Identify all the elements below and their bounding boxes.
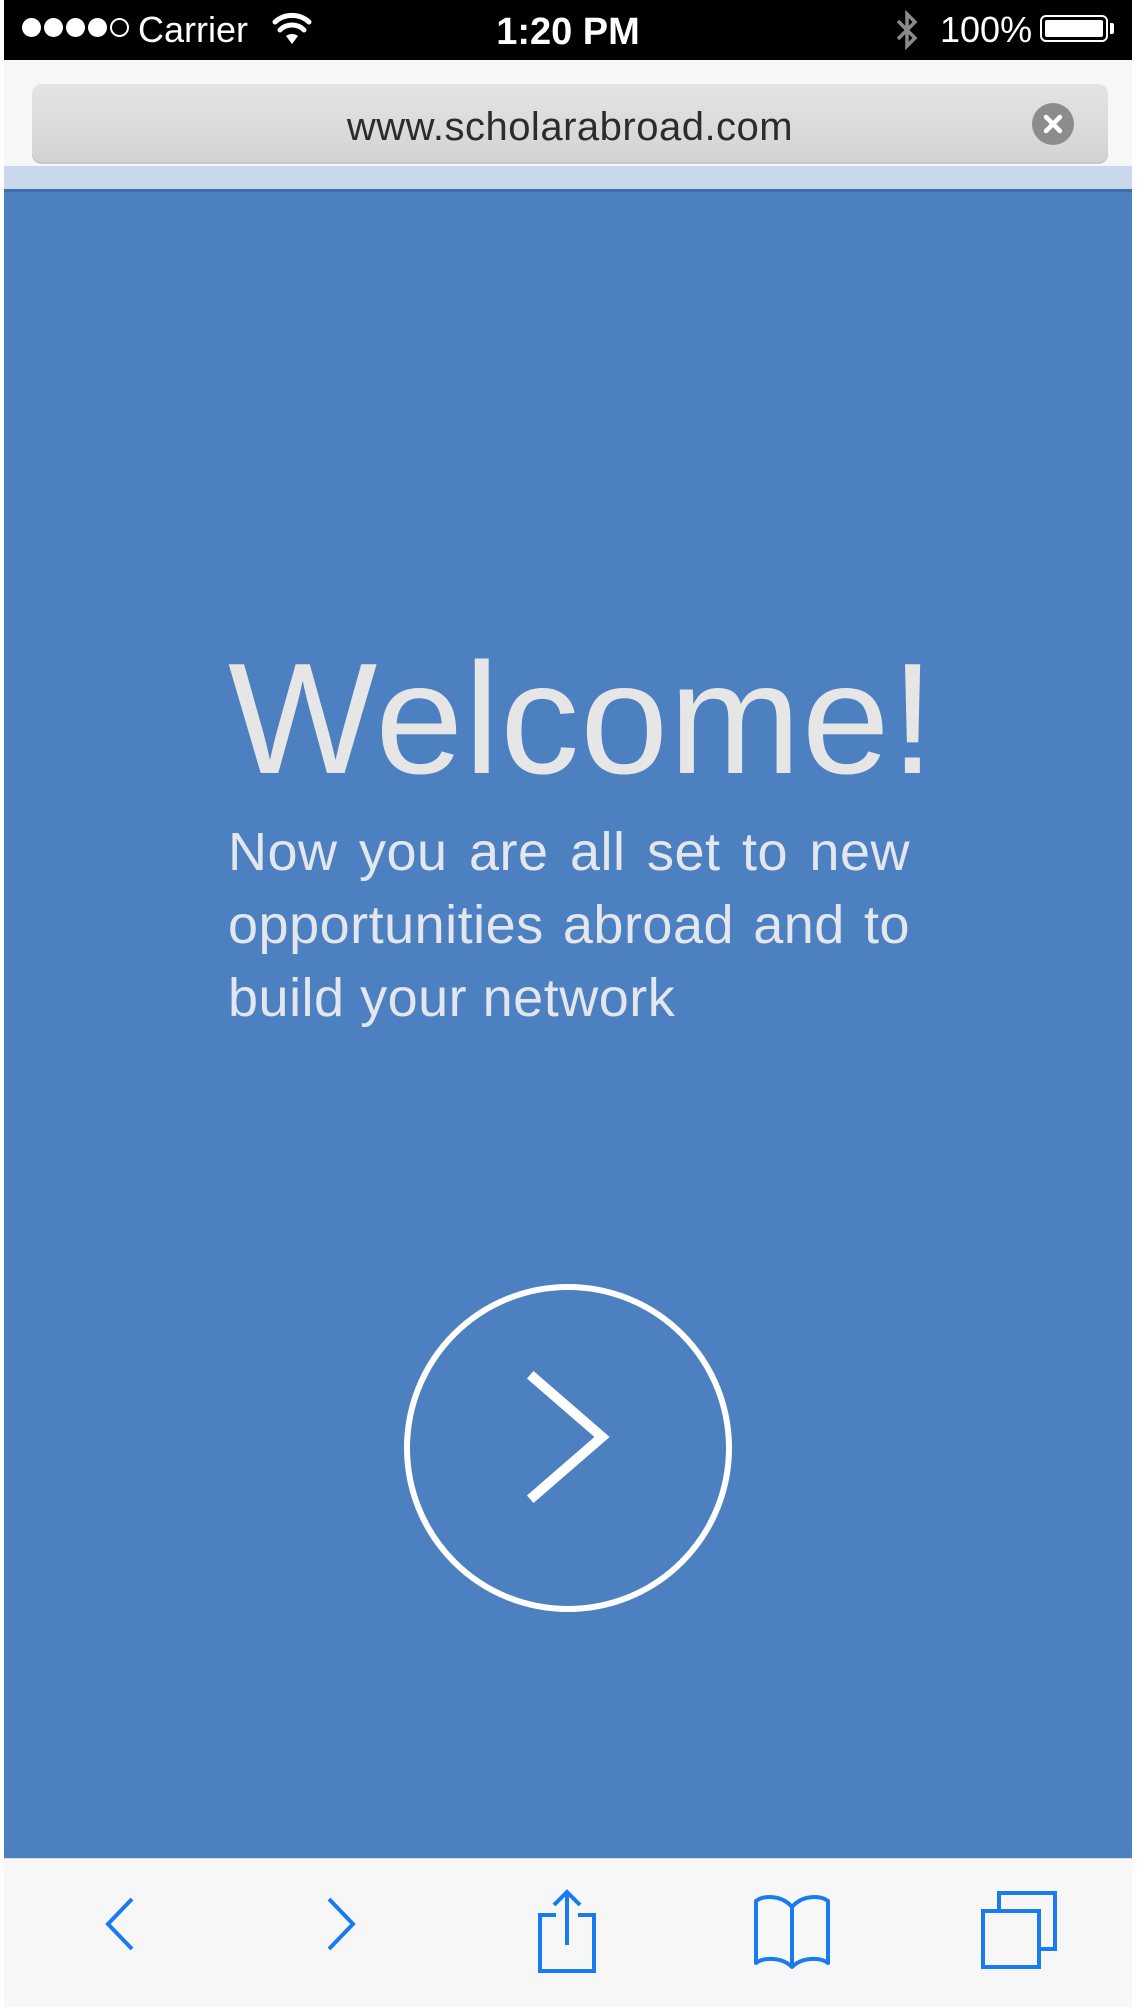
share-button[interactable] xyxy=(512,1889,622,1989)
address-bar[interactable]: www.scholarabroad.com xyxy=(32,84,1108,164)
address-bar-area: www.scholarabroad.com xyxy=(4,60,1132,166)
tabs-icon xyxy=(981,1891,1057,1969)
clear-url-button[interactable] xyxy=(1032,103,1074,145)
page-header-strip xyxy=(4,166,1132,192)
browser-toolbar xyxy=(4,1858,1132,2007)
tabs-button[interactable] xyxy=(964,1889,1074,1989)
close-icon xyxy=(1043,114,1063,134)
next-button[interactable] xyxy=(404,1284,732,1612)
forward-icon xyxy=(327,1897,356,1951)
back-button[interactable] xyxy=(64,1889,174,1989)
status-bar: Carrier 1:20 PM 100% xyxy=(4,0,1132,60)
bookmarks-button[interactable] xyxy=(737,1889,847,1989)
battery-tip xyxy=(1110,23,1114,34)
url-text[interactable]: www.scholarabroad.com xyxy=(32,104,1108,150)
battery-icon xyxy=(1040,15,1108,42)
back-icon xyxy=(105,1897,134,1951)
welcome-heading: Welcome! xyxy=(228,631,936,807)
welcome-message: Now you are all set to new opportunities… xyxy=(228,822,910,1028)
welcome-screen: Welcome! Now you are all set to new oppo… xyxy=(4,192,1132,1858)
bluetooth-icon xyxy=(894,9,920,56)
forward-button[interactable] xyxy=(287,1889,397,1989)
chevron-right-icon xyxy=(526,1370,610,1504)
bookmarks-icon xyxy=(754,1895,830,1969)
share-icon xyxy=(538,1889,596,1973)
battery-percent: 100% xyxy=(940,9,1033,50)
